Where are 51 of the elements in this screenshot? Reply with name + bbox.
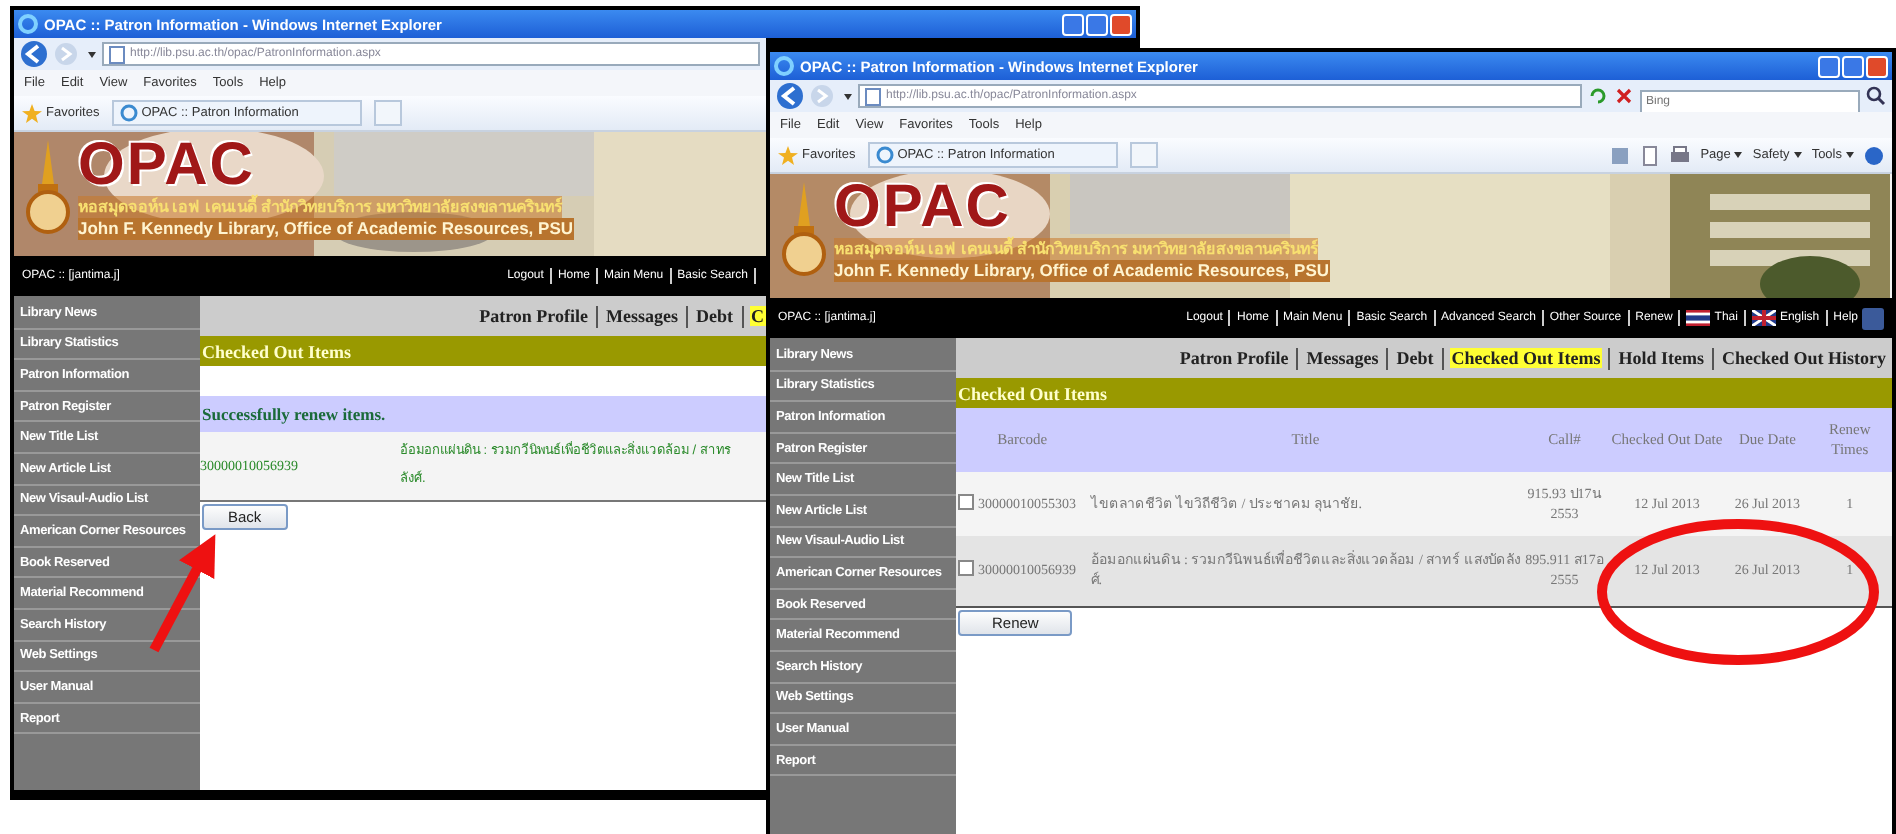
stop-icon[interactable]: [1614, 86, 1634, 106]
caret-icon: [844, 93, 852, 99]
patron-tab[interactable]: Checked Out Items: [1449, 348, 1603, 368]
checkbox[interactable]: [958, 494, 974, 510]
browser-icon: [119, 104, 138, 122]
back-button[interactable]: [20, 40, 48, 68]
library-name: หอสมุดจอห์น เอฟ เคนเนดี้ สำนักวิทยบริการ มหาวิทยาลัยสงขลานครินทร์: [834, 238, 1318, 260]
browser-icon: [774, 56, 794, 76]
logo-text: OPAC: [78, 136, 255, 196]
library-name: John F. Kennedy Library, Office of Academic Resources, PSU: [834, 260, 1330, 282]
close-button[interactable]: [1866, 55, 1888, 77]
patron-tab[interactable]: Patron Profile: [1177, 348, 1291, 368]
feed-icon[interactable]: [1610, 145, 1631, 165]
patron-tab[interactable]: Debt: [1394, 348, 1436, 368]
star-icon: [778, 145, 798, 165]
page-icon: [864, 87, 882, 105]
patron-tab[interactable]: Messages: [604, 306, 680, 326]
caret-icon: [88, 51, 96, 57]
browser-icon: [875, 146, 894, 164]
library-name: John F. Kennedy Library, Office of Academic Resources, PSU: [78, 218, 574, 240]
minimize-button[interactable]: [1062, 13, 1084, 35]
section-header: Checked Out Items: [956, 378, 1892, 408]
caret-icon: [1846, 152, 1854, 158]
patron-tab[interactable]: Messages: [1304, 348, 1381, 368]
close-button[interactable]: [1110, 13, 1132, 35]
star-icon: [22, 103, 42, 123]
maximize-button[interactable]: [1086, 13, 1108, 35]
search-icon[interactable]: [1866, 86, 1886, 106]
patron-tab[interactable]: C: [749, 306, 766, 326]
refresh-icon[interactable]: [1588, 86, 1608, 106]
social-icon[interactable]: [1862, 307, 1884, 329]
checkbox[interactable]: [958, 560, 974, 577]
patron-tab[interactable]: Checked Out History: [1720, 348, 1888, 368]
page-icon: [108, 45, 126, 63]
caret-icon: [1793, 152, 1802, 158]
arrow-drawing: [149, 534, 216, 653]
caret-icon: [1734, 152, 1743, 158]
logo-text: OPAC: [834, 178, 1011, 238]
browser-icon: [18, 14, 38, 34]
page-icon[interactable]: [1640, 145, 1661, 165]
minimize-button[interactable]: [1818, 55, 1840, 77]
success-message: Successfully renew items.: [200, 396, 766, 432]
patron-tab[interactable]: Patron Profile: [477, 306, 590, 326]
library-name: หอสมุดจอห์น เอฟ เคนเนดี้ สำนักวิทยบริการ มหาวิทยาลัยสงขลานครินทร์: [78, 196, 562, 218]
section-header: Checked Out Items: [200, 336, 766, 366]
help-icon[interactable]: [1864, 145, 1884, 165]
back-button[interactable]: [776, 82, 804, 110]
patron-tab[interactable]: Debt: [694, 306, 735, 326]
print-icon[interactable]: [1670, 145, 1691, 165]
maximize-button[interactable]: [1842, 55, 1864, 77]
patron-tab[interactable]: Hold Items: [1616, 348, 1706, 368]
